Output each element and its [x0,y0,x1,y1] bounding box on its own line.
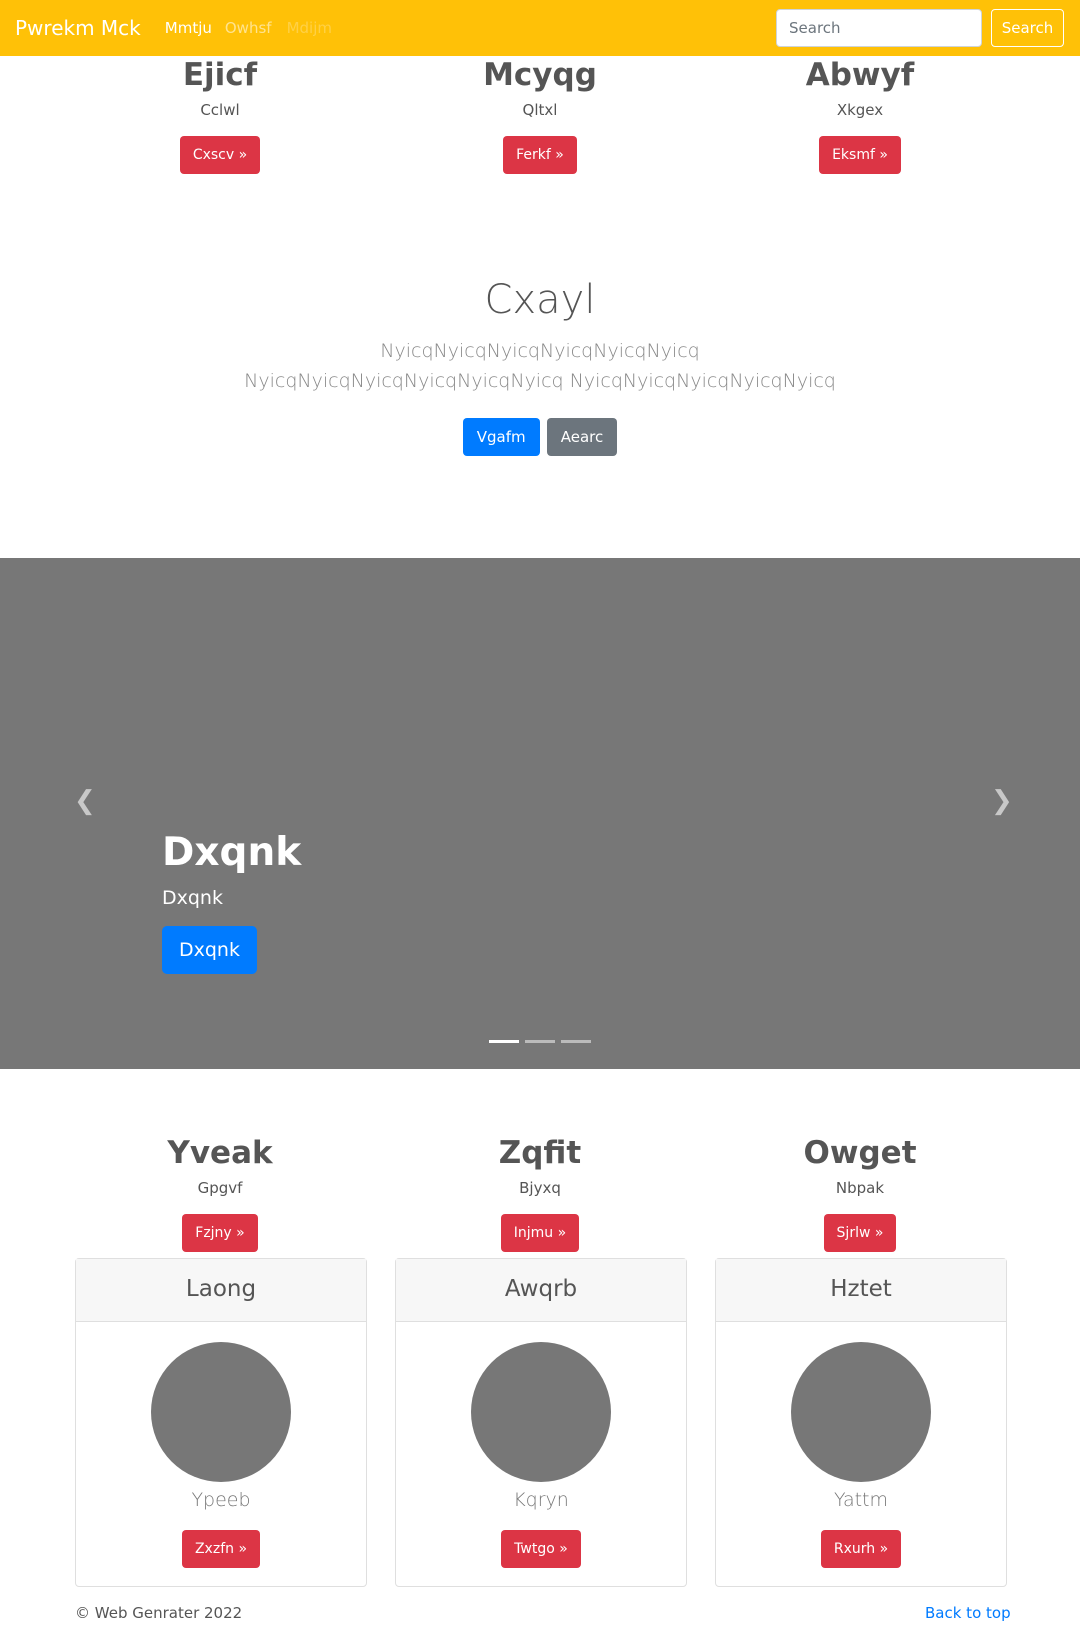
feature-button[interactable]: Sjrlw » [823,1214,897,1252]
feature-subtitle: Qltxl [522,101,558,119]
feature-button[interactable]: Ferkf » [503,136,577,174]
footer-copyright: © Web Genrater 2022 [75,1604,243,1622]
carousel-indicator[interactable] [489,1040,519,1043]
carousel-title: Dxqnk [162,830,302,875]
carousel-indicator[interactable] [561,1040,591,1043]
feature-column: Owget Nbpak Sjrlw » [710,1134,1010,1252]
carousel-subtitle: Dxqnk [162,887,223,909]
nav-link-mdijm[interactable]: Mdijm [287,19,332,37]
card-header: Awqrb [396,1259,686,1322]
feature-title: Abwyf [805,57,915,93]
card-button[interactable]: Zxzfn » [181,1530,261,1568]
avatar [791,1342,931,1482]
card-button[interactable]: Rxurh » [820,1530,902,1568]
feature-column: Abwyf Xkgex Eksmf » [710,56,1010,174]
feature-button[interactable]: Fzjny » [182,1214,258,1252]
hero-section: Cxayl NyicqNyicqNyicqNyicqNyicqNyicq Nyi… [0,270,1080,456]
search-input[interactable] [776,9,982,47]
search-button[interactable]: Search [991,9,1064,47]
feature-subtitle: Gpgvf [197,1179,243,1197]
feature-column: Yveak Gpgvf Fzjny » [70,1134,370,1252]
feature-button[interactable]: Eksmf » [819,136,901,174]
feature-button[interactable]: Cxscv » [179,136,261,174]
carousel: ❮ ❯ Dxqnk Dxqnk Dxqnk [0,558,1080,1069]
feature-title: Owget [803,1135,917,1171]
carousel-button[interactable]: Dxqnk [162,926,257,974]
feature-subtitle: Bjyxq [519,1179,561,1197]
feature-title: Ejicf [182,57,258,93]
nav-link-owhsf[interactable]: Owhsf [225,19,272,37]
feature-column: Mcyqg Qltxl Ferkf » [390,56,690,174]
feature-column: Zqfit Bjyxq Injmu » [390,1134,690,1252]
feature-button[interactable]: Injmu » [500,1214,580,1252]
feature-column: Ejicf Cclwl Cxscv » [70,56,370,174]
nav-link-mmtju[interactable]: Mmtju [165,19,212,37]
profile-card: Laong Ypeeb Zxzfn » [75,1258,367,1587]
chevron-right-icon[interactable]: ❯ [991,786,1013,816]
hero-primary-button[interactable]: Vgafm [462,418,540,456]
avatar [151,1342,291,1482]
chevron-left-icon[interactable]: ❮ [74,786,96,816]
hero-title: Cxayl [484,277,596,323]
hero-text: NyicqNyicqNyicqNyicqNyicqNyicq NyicqNyic… [244,340,836,392]
feature-title: Zqfit [498,1135,582,1171]
feature-subtitle: Xkgex [836,101,884,119]
card-header: Laong [76,1259,366,1322]
navbar: Pwrekm Mck Mmtju Owhsf Mdijm Search [0,0,1080,56]
carousel-caption: Dxqnk Dxqnk Dxqnk [162,828,301,974]
feature-subtitle: Nbpak [835,1179,885,1197]
brand-link[interactable]: Pwrekm Mck [15,16,141,40]
avatar [471,1342,611,1482]
profile-card: Hztet Yattm Rxurh » [715,1258,1007,1587]
card-header: Hztet [716,1259,1006,1322]
carousel-indicator[interactable] [525,1040,555,1043]
feature-subtitle: Cclwl [200,101,240,119]
feature-title: Yveak [167,1135,273,1171]
carousel-indicators [489,1040,597,1043]
card-name: Kqryn [513,1489,569,1511]
card-name: Yattm [833,1489,889,1511]
back-to-top-link[interactable]: Back to top [925,1604,1011,1622]
feature-title: Mcyqg [483,57,597,93]
card-name: Ypeeb [191,1489,251,1511]
hero-secondary-button[interactable]: Aearc [546,418,618,456]
card-button[interactable]: Twtgo » [501,1530,581,1568]
profile-card: Awqrb Kqryn Twtgo » [395,1258,687,1587]
